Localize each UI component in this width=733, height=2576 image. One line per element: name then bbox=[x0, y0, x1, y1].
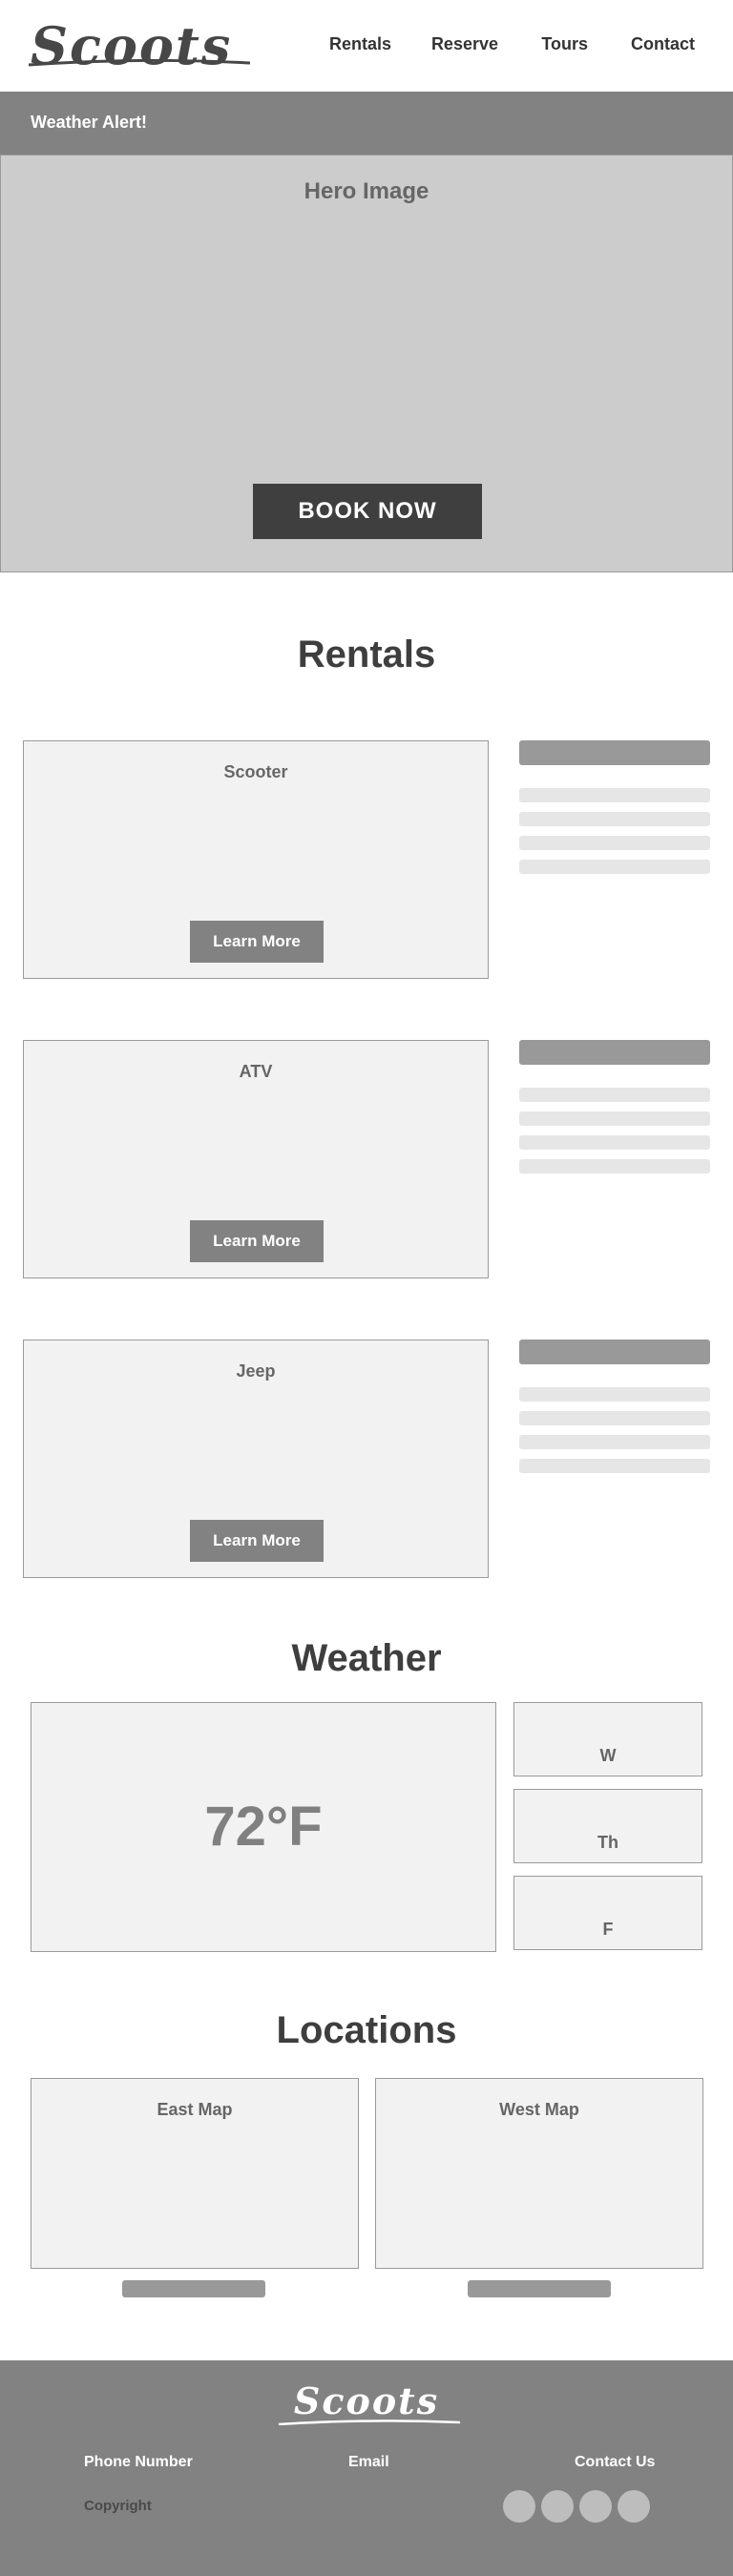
social-icon[interactable] bbox=[503, 2490, 535, 2523]
social-icon[interactable] bbox=[579, 2490, 612, 2523]
text-line-placeholder bbox=[519, 812, 710, 826]
rental-scooter-heading-placeholder bbox=[519, 740, 710, 765]
text-line-placeholder bbox=[519, 1159, 710, 1174]
east-map-link-placeholder[interactable] bbox=[122, 2280, 265, 2297]
nav-rentals[interactable]: Rentals bbox=[329, 34, 391, 54]
text-line-placeholder bbox=[519, 1411, 710, 1425]
current-weather-panel: 72°F bbox=[31, 1702, 496, 1952]
text-line-placeholder bbox=[519, 1111, 710, 1126]
book-now-button[interactable]: BOOK NOW bbox=[253, 484, 482, 539]
footer-copyright: Copyright bbox=[84, 2498, 152, 2514]
rental-atv-heading-placeholder bbox=[519, 1040, 710, 1065]
text-line-placeholder bbox=[519, 836, 710, 850]
west-map[interactable]: West Map bbox=[375, 2078, 703, 2269]
current-temperature: 72°F bbox=[204, 1796, 323, 1858]
rental-card-jeep: Jeep Learn More bbox=[23, 1340, 489, 1578]
weather-alert-bar[interactable]: Weather Alert! bbox=[0, 92, 733, 155]
rental-card-scooter: Scooter Learn More bbox=[23, 740, 489, 979]
rental-name: ATV bbox=[239, 1062, 273, 1081]
footer-email[interactable]: Email bbox=[348, 2454, 389, 2471]
hero-image-label: Hero Image bbox=[304, 178, 429, 204]
text-line-placeholder bbox=[519, 1088, 710, 1102]
learn-more-button-scooter[interactable]: Learn More bbox=[190, 921, 324, 963]
social-icon[interactable] bbox=[541, 2490, 574, 2523]
forecast-day-th[interactable]: Th bbox=[513, 1789, 702, 1863]
rental-name: Scooter bbox=[223, 762, 288, 781]
social-icon[interactable] bbox=[618, 2490, 650, 2523]
nav-tours[interactable]: Tours bbox=[541, 34, 588, 54]
hero-image: Hero Image BOOK NOW bbox=[0, 155, 733, 572]
rental-card-atv: ATV Learn More bbox=[23, 1040, 489, 1278]
weather-alert-text: Weather Alert! bbox=[31, 113, 148, 132]
locations-title: Locations bbox=[276, 2009, 457, 2051]
nav-contact[interactable]: Contact bbox=[631, 34, 695, 54]
site-footer: Scoots Phone Number Email Contact Us Cop… bbox=[0, 2360, 733, 2576]
map-label: West Map bbox=[499, 2100, 579, 2119]
rentals-title: Rentals bbox=[297, 634, 436, 675]
forecast-day-label: W bbox=[599, 1746, 617, 1765]
text-line-placeholder bbox=[519, 1387, 710, 1402]
text-line-placeholder bbox=[519, 1459, 710, 1473]
rental-name: Jeep bbox=[236, 1361, 276, 1381]
map-label: East Map bbox=[157, 2100, 233, 2119]
text-line-placeholder bbox=[519, 1435, 710, 1449]
weather-title: Weather bbox=[291, 1637, 442, 1679]
west-map-link-placeholder[interactable] bbox=[468, 2280, 611, 2297]
learn-more-button-atv[interactable]: Learn More bbox=[190, 1220, 324, 1262]
text-line-placeholder bbox=[519, 860, 710, 874]
text-line-placeholder bbox=[519, 1135, 710, 1150]
rental-jeep-heading-placeholder bbox=[519, 1340, 710, 1364]
site-header: Scoots Rentals Reserve Tours Contact bbox=[0, 0, 733, 92]
footer-phone[interactable]: Phone Number bbox=[84, 2454, 193, 2471]
nav-reserve[interactable]: Reserve bbox=[431, 34, 498, 54]
logo-swash-icon bbox=[29, 59, 250, 67]
footer-logo[interactable]: Scoots bbox=[0, 2379, 733, 2422]
east-map[interactable]: East Map bbox=[31, 2078, 359, 2269]
footer-logo-swash-icon bbox=[279, 2420, 460, 2425]
learn-more-button-jeep[interactable]: Learn More bbox=[190, 1520, 324, 1562]
footer-contact-us[interactable]: Contact Us bbox=[575, 2454, 655, 2471]
forecast-day-f[interactable]: F bbox=[513, 1876, 702, 1950]
forecast-day-label: Th bbox=[597, 1833, 618, 1852]
forecast-day-label: F bbox=[602, 1920, 614, 1939]
text-line-placeholder bbox=[519, 788, 710, 802]
forecast-day-w[interactable]: W bbox=[513, 1702, 702, 1776]
